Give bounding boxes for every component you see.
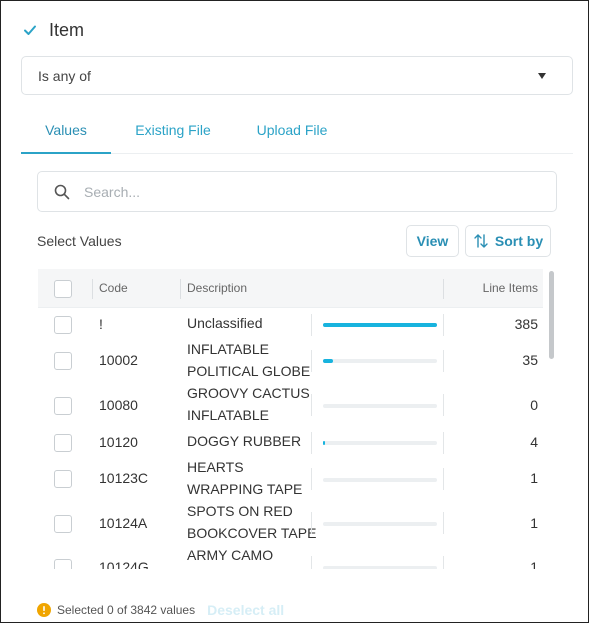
row-code: 10120 bbox=[99, 434, 138, 450]
selection-footer: Selected 0 of 3842 values Deselect all bbox=[37, 602, 284, 618]
line-items-bar bbox=[323, 566, 437, 569]
search-input[interactable] bbox=[82, 178, 542, 206]
select-all-checkbox[interactable] bbox=[54, 280, 72, 298]
row-line-items: 35 bbox=[522, 352, 538, 368]
row-code: 10002 bbox=[99, 352, 138, 368]
condition-select-value: Is any of bbox=[38, 67, 91, 84]
column-divider bbox=[443, 314, 444, 336]
table-row[interactable]: 10080 GROOVY CACTUS INFLATABLE 0 bbox=[38, 382, 543, 426]
row-code: 10080 bbox=[99, 397, 138, 413]
column-divider bbox=[311, 432, 312, 454]
column-divider bbox=[443, 468, 444, 490]
search-box bbox=[37, 171, 557, 212]
line-items-bar-fill bbox=[323, 323, 437, 327]
column-divider bbox=[443, 512, 444, 534]
sort-by-label: Sort by bbox=[494, 233, 544, 249]
tab-values[interactable]: Values bbox=[21, 111, 111, 154]
row-checkbox[interactable] bbox=[54, 352, 72, 370]
row-description: SPOTS ON RED BOOKCOVER TAPE bbox=[187, 503, 317, 541]
row-code: ! bbox=[99, 316, 103, 332]
column-divider bbox=[311, 394, 312, 416]
line-items-bar bbox=[323, 323, 437, 327]
selection-count: Selected 0 of 3842 values bbox=[57, 603, 196, 617]
filter-panel: Item Is any of Values Existing File Uplo… bbox=[0, 0, 589, 623]
row-checkbox[interactable] bbox=[54, 316, 72, 334]
column-divider bbox=[443, 556, 444, 569]
line-items-bar bbox=[323, 404, 437, 408]
table-row[interactable]: 10124A SPOTS ON RED BOOKCOVER TAPE 1 bbox=[38, 500, 543, 544]
row-description: GROOVY CACTUS INFLATABLE bbox=[187, 385, 310, 423]
line-items-bar-fill bbox=[323, 441, 325, 445]
column-header-line-items[interactable]: Line Items bbox=[483, 281, 538, 295]
deselect-all-link[interactable]: Deselect all bbox=[207, 602, 284, 618]
row-description: INFLATABLE POLITICAL GLOBE bbox=[187, 341, 311, 379]
line-items-bar bbox=[323, 522, 437, 526]
column-divider bbox=[311, 468, 312, 490]
filter-header: Item bbox=[23, 19, 84, 41]
column-divider bbox=[311, 556, 312, 569]
column-divider bbox=[443, 394, 444, 416]
column-divider bbox=[311, 512, 312, 534]
row-description: Unclassified bbox=[187, 315, 263, 331]
row-line-items: 385 bbox=[514, 316, 538, 332]
filter-title: Item bbox=[49, 19, 85, 40]
column-divider bbox=[311, 350, 312, 372]
row-description: HEARTS WRAPPING TAPE bbox=[187, 459, 303, 497]
search-icon bbox=[54, 184, 70, 200]
table-header: Code Description Line Items bbox=[38, 269, 543, 308]
row-checkbox[interactable] bbox=[54, 397, 72, 415]
row-description: ARMY CAMO bbox=[187, 547, 274, 563]
row-line-items: 4 bbox=[530, 434, 538, 450]
tab-existing-file[interactable]: Existing File bbox=[121, 111, 225, 154]
tab-bar: Values Existing File Upload File bbox=[21, 111, 573, 154]
column-divider bbox=[180, 279, 181, 299]
line-items-bar-fill bbox=[323, 359, 334, 363]
condition-select[interactable]: Is any of bbox=[21, 56, 573, 95]
line-items-bar bbox=[323, 359, 437, 363]
table-scrollbar[interactable] bbox=[549, 271, 554, 359]
row-code: 10124A bbox=[99, 515, 148, 531]
row-checkbox[interactable] bbox=[54, 470, 72, 488]
column-divider bbox=[443, 350, 444, 372]
line-items-bar bbox=[323, 478, 437, 482]
row-checkbox[interactable] bbox=[54, 559, 72, 569]
row-code: 10124G bbox=[99, 559, 149, 569]
line-items-bar bbox=[323, 441, 437, 445]
view-button[interactable]: View bbox=[406, 225, 459, 257]
values-table: Code Description Line Items ! Unclassifi… bbox=[38, 269, 543, 569]
column-header-description[interactable]: Description bbox=[187, 281, 247, 295]
row-line-items: 1 bbox=[530, 559, 538, 569]
row-checkbox[interactable] bbox=[54, 515, 72, 533]
tab-upload-file[interactable]: Upload File bbox=[247, 111, 337, 154]
checkmark-icon bbox=[24, 25, 36, 35]
row-checkbox[interactable] bbox=[54, 434, 72, 452]
column-header-code[interactable]: Code bbox=[99, 281, 128, 295]
caret-down-icon bbox=[538, 73, 546, 79]
sort-by-button[interactable]: Sort by bbox=[465, 225, 551, 257]
column-divider bbox=[92, 279, 93, 299]
table-row[interactable]: 10123C HEARTS WRAPPING TAPE 1 bbox=[38, 456, 543, 500]
info-icon bbox=[37, 603, 51, 617]
select-values-label: Select Values bbox=[37, 233, 122, 249]
sort-icon bbox=[474, 234, 488, 248]
row-line-items: 1 bbox=[530, 515, 538, 531]
column-divider bbox=[443, 279, 444, 299]
column-divider bbox=[311, 314, 312, 336]
row-line-items: 1 bbox=[530, 470, 538, 486]
row-description: DOGGY RUBBER bbox=[187, 433, 302, 449]
table-row[interactable]: 10002 INFLATABLE POLITICAL GLOBE 35 bbox=[38, 338, 543, 382]
column-divider bbox=[443, 432, 444, 454]
row-line-items: 0 bbox=[530, 397, 538, 413]
table-row[interactable]: 10124G ARMY CAMO 1 bbox=[38, 544, 543, 569]
row-code: 10123C bbox=[99, 470, 149, 486]
